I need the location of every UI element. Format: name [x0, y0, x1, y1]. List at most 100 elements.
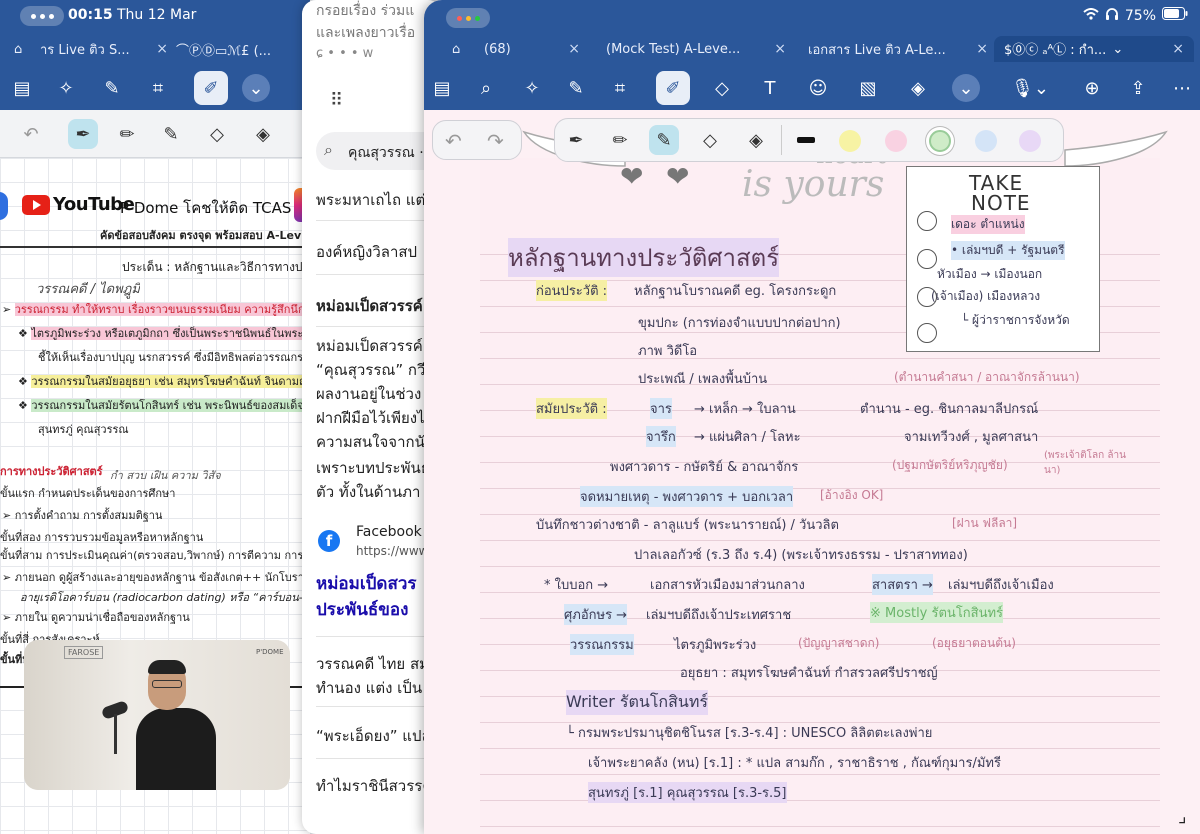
note-line: หลักฐานโบราณคดี eg. โครงกระดูก [634, 284, 837, 299]
note-annotation: (ปัญญาสชาดก) [798, 636, 880, 650]
take-note-item: └ ผู้ว่าราชการจังหวัด [961, 313, 1070, 327]
sparkle-icon[interactable]: ✧ [52, 74, 80, 102]
glasses-icon [152, 680, 182, 688]
search-query: คุณสุวรรณ · [348, 145, 424, 161]
sticker-icon[interactable]: ☺ [804, 74, 832, 102]
chevron-down-icon[interactable]: ⌄ [1112, 42, 1123, 57]
handwriting-note: วรรณคดี / ไดพฎูมิ [36, 282, 140, 297]
doc-line: ขั้นแรก กำหนดประเด็นของการศึกษา [0, 487, 176, 500]
lasso-icon[interactable]: ⌗ [144, 74, 172, 102]
facebook-icon: f [318, 530, 340, 552]
highlighter-icon[interactable]: ✎ [649, 125, 679, 155]
color-swatch-purple[interactable] [1019, 130, 1041, 152]
shapes-icon[interactable]: ◈ [904, 74, 932, 102]
note-line: ขุมปกะ (การท่องจำแบบปากต่อปาก) [638, 316, 841, 331]
result-source[interactable]: Facebook [356, 524, 422, 540]
take-note-item: เดอะ ตำแหน่ง [951, 215, 1025, 234]
chevron-down-icon[interactable]: ⌄ [952, 74, 980, 102]
close-icon[interactable]: × [156, 41, 168, 57]
note-line: จดหมายเหตุ - พงศาวดาร + บอกเวลา [580, 486, 794, 507]
stroke-width-icon[interactable] [797, 137, 815, 143]
right-tab-1[interactable]: (68) × [484, 36, 580, 62]
checkbox[interactable] [917, 323, 937, 343]
sidebar-icon[interactable]: ▤ [428, 74, 456, 102]
close-icon[interactable]: × [774, 41, 786, 57]
page-edit-icon[interactable]: ✎ [562, 74, 590, 102]
close-icon[interactable]: × [976, 41, 988, 57]
left-tab-2-label: ⌒ⓅⒹ▭ℳ£ (... [176, 43, 272, 59]
resize-handle-icon[interactable]: ⌟ [1178, 806, 1186, 827]
right-tab-4-active[interactable]: $⓪ⓒ ₐᴬⓁ : กำ... ⌄ × [994, 36, 1194, 62]
note-line: เจ้าพระยาคลัง (หน) [ร.1] : * แปล สามก๊ก … [588, 756, 1001, 771]
pen-mode-icon[interactable]: ✐ [656, 71, 690, 105]
doc-line-text: วรรณกรรมในสมัยอยุธยา เช่น สมุทรโฆษคำฉันท… [31, 375, 310, 388]
picture-in-picture-video[interactable]: FAROSE P'DOME [24, 640, 290, 790]
add-page-icon[interactable]: ⊕ [1078, 74, 1106, 102]
left-tab-2[interactable]: ⌒ⓅⒹ▭ℳ£ (... [176, 36, 306, 62]
pen-icon[interactable]: ✒ [561, 125, 591, 155]
multitask-dots[interactable] [20, 6, 64, 26]
lasso-icon[interactable]: ⌗ [606, 74, 634, 102]
note-line: ไตรภูมิพระร่วง [674, 638, 757, 653]
doc-line: ➢ ภายนอก ดูผู้สร้างและอายุของหลักฐาน ข้อ… [2, 568, 310, 586]
sidebar-icon[interactable]: ▤ [8, 74, 36, 102]
home-tab-icon[interactable]: ⌂ [452, 36, 470, 62]
more-dots-icon[interactable]: ɕ • • • w [316, 46, 373, 61]
shapes-icon[interactable]: ◈ [248, 119, 278, 149]
highlighter-icon[interactable]: ✎ [156, 119, 186, 149]
color-swatch-yellow[interactable] [839, 130, 861, 152]
close-icon[interactable]: × [1172, 41, 1184, 57]
wifi-icon [1083, 7, 1099, 24]
redo-icon[interactable]: ↷ [487, 129, 504, 153]
take-note-item: (เจ้าเมือง) เมืองหลวง [931, 289, 1041, 303]
search-icon: ⌕ [324, 140, 333, 159]
home-tab-icon[interactable]: ⌂ [14, 36, 32, 62]
sparkle-icon[interactable]: ✧ [518, 74, 546, 102]
pen-mode-icon[interactable]: ✐ [194, 71, 228, 105]
microphone-icon[interactable]: 🎙⌄ [1008, 74, 1052, 102]
left-tab-1[interactable]: าร Live ติว S... × [40, 36, 168, 62]
right-tab-2-label: (Mock Test) A-Leve... [606, 41, 741, 57]
page-edit-icon[interactable]: ✎ [98, 74, 126, 102]
eraser-icon[interactable]: ◇ [202, 119, 232, 149]
apps-grid-icon[interactable]: ⠿ [330, 90, 343, 111]
text-box-icon[interactable]: T [756, 74, 784, 102]
color-swatch-green-selected[interactable] [929, 130, 951, 152]
pencil-icon[interactable]: ✏ [112, 119, 142, 149]
checkbox[interactable] [917, 211, 937, 231]
note-line: สุนทรภู่ [ร.1] คุณสุวรรณ [ร.3-ร.5] [588, 782, 787, 803]
status-bar: 00:15 Thu 12 Mar 75% [0, 0, 1200, 32]
note-line: จามเทวีวงศ์ , มูลศาสนา [904, 430, 1039, 445]
checkbox[interactable] [917, 249, 937, 269]
right-tab-2[interactable]: (Mock Test) A-Leve... × [606, 36, 786, 62]
pencil-icon[interactable]: ✏ [605, 125, 635, 155]
eraser-icon[interactable]: ◇ [695, 125, 725, 155]
pen-icon[interactable]: ✒ [68, 119, 98, 149]
browser-window[interactable]: กรอยเรื่อง ร่วมแ และเพลงยาวเรื่อ ɕ • • •… [302, 0, 442, 834]
note-line: ปาลเลอกัวซ์ (ร.3 ถึง ร.4) (พระเจ้าทรงธรร… [634, 548, 968, 563]
status-time: 00:15 [68, 7, 113, 23]
undo-icon[interactable]: ↶ [445, 129, 462, 153]
close-icon[interactable]: × [568, 41, 580, 57]
color-swatch-blue[interactable] [975, 130, 997, 152]
more-icon[interactable]: ⋯ [1168, 74, 1196, 102]
note-line: วรรณกรรม [570, 634, 634, 655]
eraser-icon[interactable]: ◇ [708, 74, 736, 102]
shapes-icon[interactable]: ◈ [741, 125, 771, 155]
doc-line: ❖ วรรณกรรมในสมัยรัตนโกสินทร์ เช่น พระนิพ… [18, 396, 310, 414]
search-icon[interactable]: ⌕ [472, 74, 500, 102]
color-swatch-pink[interactable] [885, 130, 907, 152]
note-line: บันทึกชาวต่างชาติ - ลาลูแบร์ (พระนารายณ์… [536, 518, 839, 533]
share-icon[interactable]: ⇪ [1124, 74, 1152, 102]
image-icon[interactable]: ▧ [854, 74, 882, 102]
note-line: เล่มฯบดีถึงเจ้าประเทศราช [646, 608, 792, 623]
left-tab-1-label: าร Live ติว S... [40, 42, 130, 58]
undo-icon[interactable]: ↶ [16, 119, 46, 149]
doc-line: ➢ การตั้งคำถาม การตั้งสมมติฐาน [2, 509, 163, 522]
chevron-down-icon[interactable]: ⌄ [242, 74, 270, 102]
undo-redo-bar: ↶ ↷ [432, 120, 522, 160]
doc-line: ชี้ให้เห็นเรื่องบาปบุญ นรกสวรรค์ ซึ่งมีอ… [38, 351, 310, 364]
notes-app-window[interactable]: ⌂ (68) × (Mock Test) A-Leve... × เอกสาร Li… [424, 0, 1200, 834]
right-tab-3[interactable]: เอกสาร Live ติว A-Le... × [808, 36, 988, 62]
note-line: ภาพ วิดีโอ [638, 344, 698, 359]
